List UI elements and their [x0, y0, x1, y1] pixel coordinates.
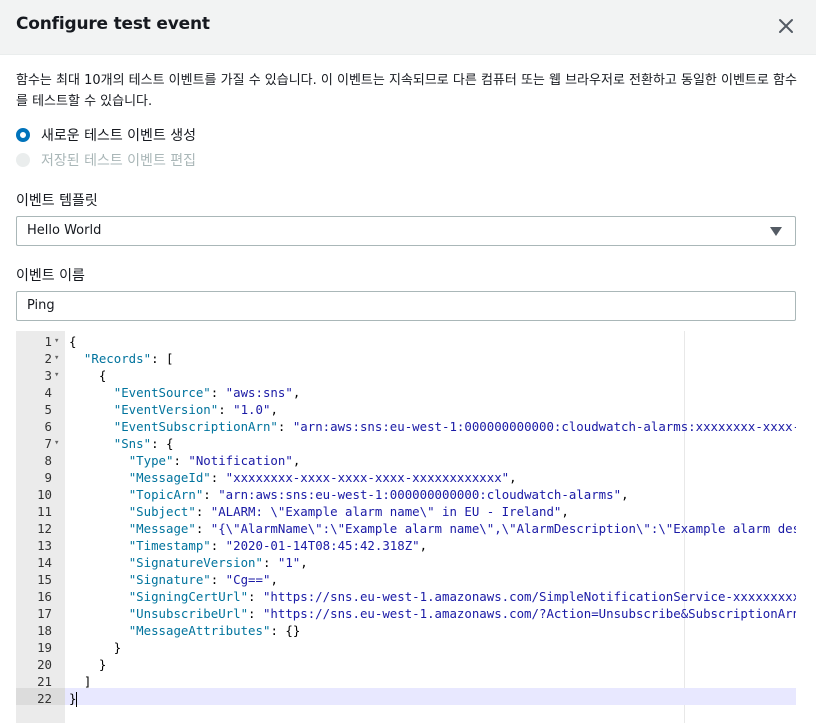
line-number: 13 — [37, 538, 52, 553]
line-number: 5 — [44, 402, 52, 417]
fold-arrow-icon[interactable]: ▾ — [54, 435, 63, 452]
code-line[interactable]: 18 "MessageAttributes": {} — [16, 622, 796, 639]
line-number: 16 — [37, 589, 52, 604]
code-line[interactable]: 10 "TopicArn": "arn:aws:sns:eu-west-1:00… — [16, 486, 796, 503]
line-number: 18 — [37, 623, 52, 638]
fold-arrow-icon[interactable]: ▾ — [54, 367, 63, 384]
line-number: 1 — [44, 334, 52, 349]
code-line[interactable]: 20 } — [16, 656, 796, 673]
dialog-title: Configure test event — [16, 14, 210, 34]
code-text: "EventVersion": "1.0", — [113, 402, 278, 417]
code-text: "Type": "Notification", — [128, 453, 301, 468]
line-number: 10 — [37, 487, 52, 502]
code-text: "Timestamp": "2020-01-14T08:45:42.318Z", — [128, 538, 428, 553]
code-line[interactable]: 16 "SigningCertUrl": "https://sns.eu-wes… — [16, 588, 796, 605]
line-number: 22 — [37, 691, 52, 706]
code-line[interactable]: 14 "SignatureVersion": "1", — [16, 554, 796, 571]
code-line[interactable]: 17 "UnsubscribeUrl": "https://sns.eu-wes… — [16, 605, 796, 622]
caret-down-icon — [770, 227, 782, 236]
code-text: "Records": [ — [83, 351, 174, 366]
code-text: "Message": "{\"AlarmName\":\"Example ala… — [128, 521, 796, 536]
code-line[interactable]: 5 "EventVersion": "1.0", — [16, 401, 796, 418]
line-number: 6 — [44, 419, 52, 434]
code-text: } — [113, 640, 122, 655]
radio-edit-saved-label: 저장된 테스트 이벤트 편집 — [41, 153, 197, 169]
event-name-input[interactable]: Ping — [16, 291, 796, 321]
code-line[interactable]: 15 "Signature": "Cg==", — [16, 571, 796, 588]
line-number: 8 — [44, 453, 52, 468]
code-line[interactable]: 9 "MessageId": "xxxxxxxx-xxxx-xxxx-xxxx-… — [16, 469, 796, 486]
line-number: 12 — [37, 521, 52, 536]
line-number: 17 — [37, 606, 52, 621]
code-editor[interactable]: 1 ▾{2 ▾ "Records": [3 ▾ {4 "EventSource": "… — [16, 331, 796, 723]
line-number: 3 — [44, 368, 52, 383]
code-text: "TopicArn": "arn:aws:sns:eu-west-1:00000… — [128, 487, 629, 502]
code-line[interactable]: 13 "Timestamp": "2020-01-14T08:45:42.318… — [16, 537, 796, 554]
code-line[interactable]: 4 "EventSource": "aws:sns", — [16, 384, 796, 401]
code-text: "MessageAttributes": {} — [128, 623, 301, 638]
dialog-description: 함수는 최대 10개의 테스트 이벤트를 가질 수 있습니다. 이 이벤트는 지… — [16, 73, 797, 109]
code-text: "Subject": "ALARM: \"Example alarm name\… — [128, 504, 569, 519]
code-line[interactable]: 22} — [16, 690, 796, 707]
event-template-value: Hello World — [27, 223, 102, 238]
code-text: "EventSource": "aws:sns", — [113, 385, 301, 400]
code-line[interactable]: 2 ▾ "Records": [ — [16, 350, 796, 367]
radio-edit-saved: 저장된 테스트 이벤트 편집 — [16, 150, 196, 170]
line-number: 14 — [37, 555, 52, 570]
event-name-label: 이벤트 이름 — [16, 268, 85, 284]
code-text: { — [98, 368, 107, 383]
line-number: 4 — [44, 385, 52, 400]
line-number: 11 — [37, 504, 52, 519]
code-text: "SignatureVersion": "1", — [128, 555, 308, 570]
line-number: 7 — [44, 436, 52, 451]
dialog-header: Configure test event — [0, 0, 816, 55]
code-line[interactable]: 7 ▾ "Sns": { — [16, 435, 796, 452]
code-line[interactable]: 8 "Type": "Notification", — [16, 452, 796, 469]
line-number: 2 — [44, 351, 52, 366]
radio-edit-saved-button — [16, 153, 30, 167]
code-text: "MessageId": "xxxxxxxx-xxxx-xxxx-xxxx-xx… — [128, 470, 517, 485]
code-line[interactable]: 12 "Message": "{\"AlarmName\":\"Example … — [16, 520, 796, 537]
fold-arrow-icon[interactable]: ▾ — [54, 350, 63, 367]
code-line[interactable]: 1 ▾ { — [16, 333, 796, 350]
event-template-label: 이벤트 템플릿 — [16, 193, 98, 209]
radio-create-new-label: 새로운 테스트 이벤트 생성 — [41, 128, 197, 144]
code-text: } — [98, 657, 107, 672]
code-text: { — [69, 334, 77, 349]
line-number: 15 — [37, 572, 52, 587]
code-text: "UnsubscribeUrl": "https://sns.eu-west-1… — [128, 606, 796, 621]
code-line[interactable]: 21 ] — [16, 673, 796, 690]
code-text: "Signature": "Cg==", — [128, 572, 278, 587]
code-line[interactable]: 3 ▾ { — [16, 367, 796, 384]
line-number: 20 — [37, 657, 52, 672]
line-number: 9 — [44, 470, 52, 485]
code-line[interactable]: 19 } — [16, 639, 796, 656]
code-text: "SigningCertUrl": "https://sns.eu-west-1… — [128, 589, 796, 604]
code-text: "EventSubscriptionArn": "arn:aws:sns:eu-… — [113, 419, 796, 434]
radio-create-new[interactable]: 새로운 테스트 이벤트 생성 — [16, 125, 196, 145]
radio-create-new-button[interactable] — [16, 128, 30, 142]
event-template-select[interactable]: Hello World — [16, 216, 796, 246]
close-icon[interactable] — [772, 12, 800, 40]
code-text: } — [69, 691, 78, 707]
fold-arrow-icon[interactable]: ▾ — [54, 333, 63, 350]
code-line[interactable]: 6 "EventSubscriptionArn": "arn:aws:sns:e… — [16, 418, 796, 435]
text-cursor — [76, 692, 78, 707]
code-text: ] — [83, 674, 92, 689]
line-number: 19 — [37, 640, 52, 655]
code-text: "Sns": { — [113, 436, 174, 451]
line-number: 21 — [37, 674, 52, 689]
code-line[interactable]: 11 "Subject": "ALARM: \"Example alarm na… — [16, 503, 796, 520]
